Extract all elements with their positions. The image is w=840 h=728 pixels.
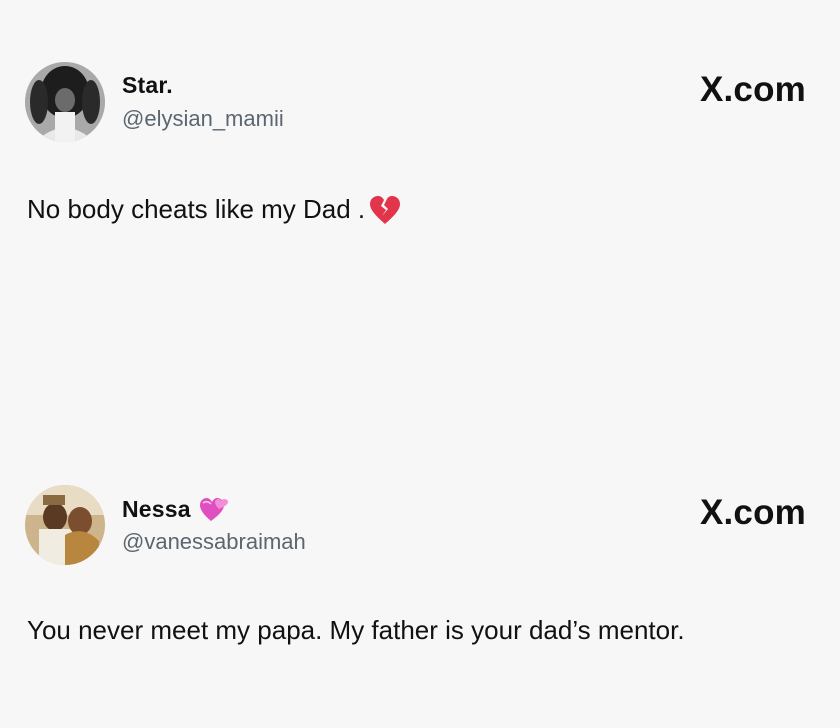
post-body: You never meet my papa. My father is you… — [27, 615, 685, 646]
display-name[interactable]: Star. — [122, 72, 173, 99]
avatar[interactable] — [25, 62, 105, 142]
post-text: You never meet my papa. My father is you… — [27, 615, 685, 645]
x-com-watermark: X.com — [699, 493, 806, 532]
post-body: No body cheats like my Dad . — [27, 194, 401, 225]
avatar[interactable] — [25, 485, 105, 565]
heart-with-ribbon-icon — [199, 495, 229, 523]
couple-photo-icon — [25, 485, 105, 565]
x-com-watermark: X.com — [699, 70, 806, 109]
display-name[interactable]: Nessa — [122, 496, 191, 523]
user-handle[interactable]: @vanessabraimah — [122, 529, 306, 555]
broken-heart-icon — [369, 195, 401, 225]
woman-hands-on-head-photo-icon — [25, 62, 105, 142]
post-text: No body cheats like my Dad . — [27, 194, 366, 224]
user-handle[interactable]: @elysian_mamii — [122, 106, 284, 132]
